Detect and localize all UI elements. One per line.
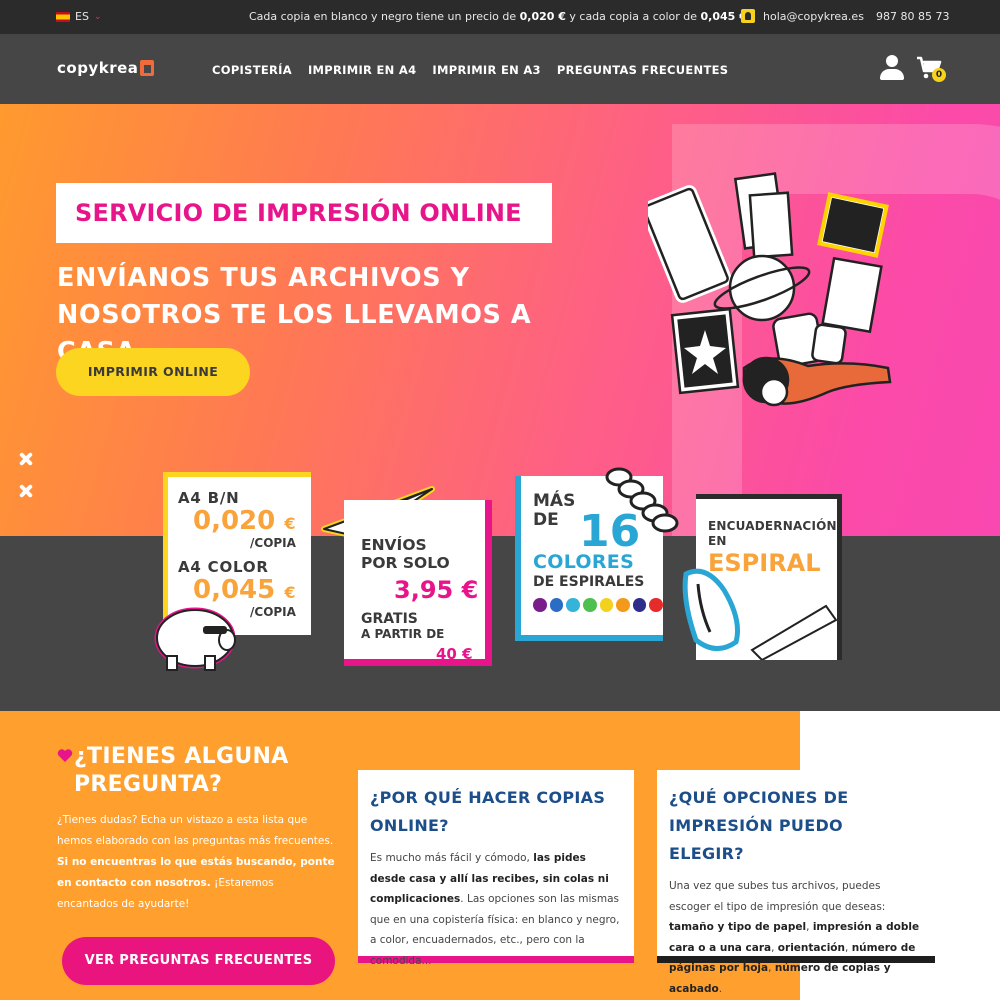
- color-swatch: [599, 598, 614, 612]
- colors-subtitle: DE ESPIRALES: [533, 574, 645, 590]
- faq-text-bold: Si no encuentras lo que estás buscando, …: [57, 856, 335, 889]
- a4-bw-label: A4 B/N: [178, 489, 240, 507]
- top-bar: ES ⌄ Cada copia en blanco y negro tiene …: [0, 0, 1000, 34]
- shipping-price: 3,95 €: [394, 576, 479, 604]
- per-copy-label: /COPIA: [250, 536, 296, 550]
- color-swatch: [616, 598, 630, 612]
- notice-bw-price: 0,020 €: [519, 10, 566, 23]
- faq-card-print-options[interactable]: ¿QUÉ OPCIONES DE IMPRESIÓN PUEDO ELEGIR?…: [657, 770, 935, 995]
- email-link[interactable]: hola@copykrea.es: [741, 9, 864, 23]
- currency-symbol: €: [284, 583, 296, 602]
- nav-preguntas-frecuentes[interactable]: PREGUNTAS FRECUENTES: [557, 63, 729, 77]
- binding-machine-icon: [682, 568, 838, 660]
- faq-card-why-online[interactable]: ¿POR QUÉ HACER COPIAS ONLINE? Es mucho m…: [358, 770, 634, 967]
- a4-color-label: A4 COLOR: [178, 558, 269, 576]
- contact-icon: [741, 9, 755, 23]
- free-shipping-label: GRATIS: [361, 611, 418, 627]
- color-swatch: [649, 598, 663, 612]
- logo-text: copykrea: [57, 59, 139, 77]
- faq-title-line-1: ¿TIENES ALGUNA: [74, 744, 289, 769]
- hero-headline-line-1: ENVÍANOS TUS ARCHIVOS Y: [57, 263, 470, 293]
- color-swatch: [549, 598, 564, 612]
- free-shipping-amount: 40 €: [436, 645, 473, 663]
- shipping-line-1: ENVÍOS: [361, 536, 427, 554]
- user-icon[interactable]: [880, 55, 904, 81]
- shipping-line-2: POR SOLO: [361, 554, 450, 572]
- a4-bw-price: 0,020: [193, 506, 276, 536]
- logo[interactable]: copykrea: [57, 59, 155, 77]
- email-text: hola@copykrea.es: [763, 9, 864, 23]
- notice-text-mid: y cada copia a color de: [565, 10, 701, 23]
- printing-illustration: [648, 172, 892, 407]
- faq-card-text: Una vez que subes tus archivos, puedes e…: [669, 880, 920, 995]
- notice-text: Cada copia en blanco y negro tiene un pr…: [248, 10, 520, 23]
- shipping-card: ENVÍOS POR SOLO 3,95 € GRATIS A PARTIR D…: [344, 500, 492, 666]
- color-swatch: [582, 598, 597, 612]
- spiral-coil-icon: [605, 467, 679, 533]
- hero-tag: SERVICIO DE IMPRESIÓN ONLINE: [56, 183, 552, 243]
- faq-description: ¿Tienes dudas? Echa un vistazo a esta li…: [57, 810, 337, 915]
- phone-link[interactable]: 987 80 85 73: [876, 10, 949, 23]
- faq-title-line-2: PREGUNTA?: [74, 772, 223, 797]
- faq-card-text: Es mucho más fácil y cómodo, las pides d…: [370, 852, 620, 967]
- color-swatch: [632, 598, 647, 612]
- view-faq-button[interactable]: VER PREGUNTAS FRECUENTES: [62, 937, 335, 985]
- nav-imprimir-a3[interactable]: IMPRIMIR EN A3: [432, 63, 540, 77]
- binding-line-2: EN: [708, 534, 727, 548]
- nav-copisteria[interactable]: COPISTERÍA: [212, 63, 292, 77]
- faq-card-title: ¿QUÉ OPCIONES DE IMPRESIÓN PUEDO ELEGIR?: [669, 788, 849, 863]
- logo-mark-icon: [140, 60, 155, 76]
- faq-text: ¿Tienes dudas? Echa un vistazo a esta li…: [57, 814, 334, 847]
- close-icon[interactable]: [17, 482, 35, 500]
- color-swatch: [566, 598, 580, 612]
- nav-imprimir-a4[interactable]: IMPRIMIR EN A4: [308, 63, 416, 77]
- free-shipping-from: A PARTIR DE: [361, 627, 445, 641]
- faq-card-title: ¿POR QUÉ HACER COPIAS ONLINE?: [370, 788, 606, 835]
- cart-count-badge: 0: [932, 68, 946, 82]
- print-online-button[interactable]: IMPRIMIR ONLINE: [56, 348, 250, 396]
- color-swatch: [533, 598, 547, 612]
- spiral-color-swatches: [533, 598, 663, 612]
- main-nav: COPISTERÍA IMPRIMIR EN A4 IMPRIMIR EN A3…: [212, 63, 728, 77]
- faq-title: ¿TIENES ALGUNA PREGUNTA?: [57, 743, 307, 799]
- cart-icon[interactable]: 0: [916, 56, 946, 84]
- binding-line-1: ENCUADERNACIÓN: [708, 519, 837, 533]
- main-header: copykrea COPISTERÍA IMPRIMIR EN A4 IMPRI…: [0, 34, 1000, 104]
- close-icon[interactable]: [17, 450, 35, 468]
- currency-symbol: €: [284, 514, 296, 533]
- per-copy-label: /COPIA: [250, 605, 296, 619]
- piggy-bank-icon: [154, 607, 236, 671]
